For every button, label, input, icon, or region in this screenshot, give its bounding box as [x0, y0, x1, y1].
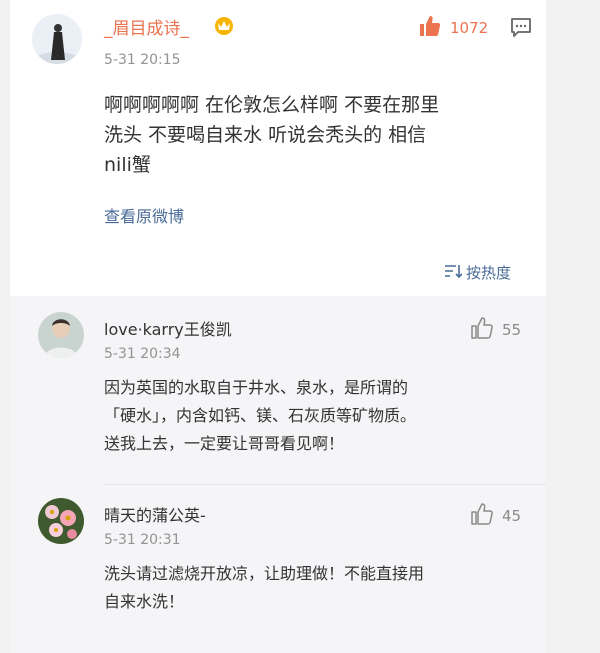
post-like-count: 1072 [450, 19, 489, 37]
comment-like-button[interactable]: 55 [470, 316, 521, 344]
thumbs-up-icon [470, 316, 494, 344]
comment-content-line: 因为英国的水取自于井水、泉水，是所谓的 [104, 378, 409, 397]
comment-divider [104, 484, 546, 485]
comment-timestamp: 5-31 20:34 [104, 346, 181, 362]
comment-like-count: 45 [502, 507, 522, 525]
crown-badge-icon [213, 15, 235, 39]
thumbs-up-icon [418, 14, 442, 42]
sort-by-popularity-button[interactable]: 按热度 [444, 262, 511, 283]
post-author-avatar[interactable] [32, 14, 82, 64]
post-content-line: 洗头 不要喝自来水 听说会秃头的 相信 [104, 124, 427, 146]
comment-timestamp: 5-31 20:31 [104, 532, 181, 548]
comment-like-count: 55 [502, 321, 522, 339]
comment-like-button[interactable]: 45 [470, 502, 521, 530]
post-like-button[interactable]: 1072 [418, 14, 488, 42]
view-original-weibo-link[interactable]: 查看原微博 [104, 203, 184, 227]
comment-list: love·karry王俊凯 5-31 20:34 55 因为英国的水取自于井水、… [10, 296, 546, 653]
comment-icon[interactable] [510, 16, 532, 42]
comment-author-name[interactable]: love·karry王俊凯 [104, 316, 232, 340]
comment-author-avatar[interactable] [38, 498, 84, 544]
comment-content-line: 送我上去，一定要让哥哥看见啊！ [104, 434, 345, 453]
comment-author-avatar[interactable] [38, 312, 84, 358]
thumbs-up-icon [470, 502, 494, 530]
comment-content-line: 自来水洗！ [104, 592, 185, 611]
post-content-line: nili蟹 [104, 154, 151, 176]
post-content-line: 啊啊啊啊啊 在伦敦怎么样啊 不要在那里 [104, 94, 440, 116]
post-author-name[interactable]: _眉目成诗_ [104, 14, 189, 39]
comment-content-line: 洗头请过滤烧开放凉，让助理做！不能直接用 [104, 564, 425, 583]
main-post: _眉目成诗_ 5-31 20:15 1072 啊啊啊啊啊 在伦敦怎么样啊 不要在… [10, 0, 546, 296]
post-timestamp: 5-31 20:15 [104, 52, 181, 68]
comment-content-line: 「硬水」，内含如钙、镁、石灰质等矿物质。 [104, 406, 417, 425]
comment-author-name[interactable]: 晴天的蒲公英- [104, 502, 206, 526]
sort-icon [444, 263, 463, 283]
post-content: 啊啊啊啊啊 在伦敦怎么样啊 不要在那里 洗头 不要喝自来水 听说会秃头的 相信 … [104, 90, 544, 180]
sort-label: 按热度 [466, 264, 512, 282]
comment-content: 因为英国的水取自于井水、泉水，是所谓的 「硬水」，内含如钙、镁、石灰质等矿物质。… [104, 374, 534, 458]
comment-content: 洗头请过滤烧开放凉，让助理做！不能直接用 自来水洗！ [104, 560, 534, 616]
